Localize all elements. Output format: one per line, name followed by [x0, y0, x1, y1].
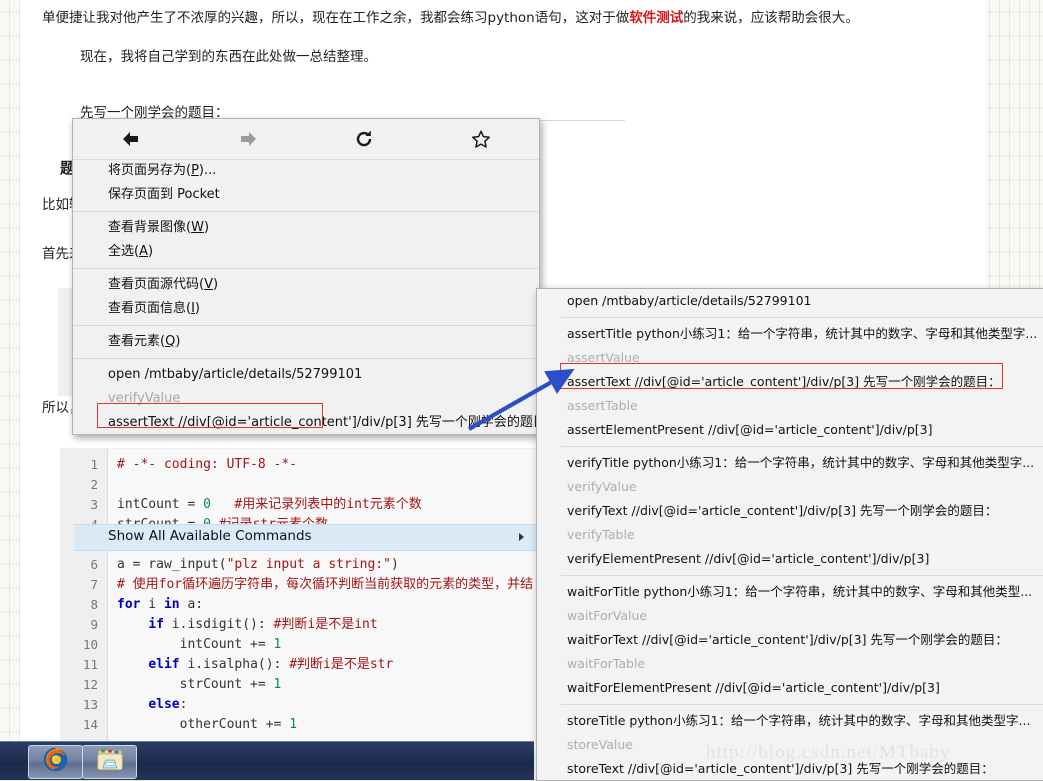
- context-menu-item[interactable]: 查看页面源代码(V): [73, 273, 539, 297]
- code-line-number: 1: [90, 457, 98, 472]
- paragraph-1-text-before: 单便捷让我对他产生了不浓厚的兴趣，所以，现在在工作之余，我都会练习python语…: [42, 10, 630, 26]
- submenu-item: verifyTable: [567, 527, 635, 542]
- submenu-item[interactable]: waitForTitle python小练习1：给一个字符串，统计其中的数字、字…: [561, 580, 1043, 604]
- folder-icon: [96, 748, 124, 777]
- submenu-item[interactable]: verifyText //div[@id='article_content']/…: [561, 499, 1043, 523]
- submenu-separator: [561, 446, 1043, 447]
- submenu-item[interactable]: storeTitle python小练习1：给一个字符串，统计其中的数字、字母和…: [561, 709, 1043, 733]
- back-button[interactable]: [73, 119, 190, 159]
- code-line-number: 13: [82, 697, 98, 712]
- submenu-item[interactable]: open /mtbaby/article/details/52799101: [561, 289, 1043, 313]
- submenu-item: waitForTable: [567, 656, 646, 671]
- submenu-item[interactable]: waitForElementPresent //div[@id='article…: [561, 676, 1043, 700]
- firefox-icon: [42, 746, 69, 778]
- code-line-source: # -*- coding: UTF-8 -*-: [117, 457, 298, 472]
- firefox-context-menu[interactable]: 将页面另存为(P)... 保存页面到 Pocket 查看背景图像(W) 全选(A) 查看…: [72, 118, 540, 551]
- submenu-item: verifyValue: [567, 479, 637, 494]
- context-menu-item[interactable]: assertText //div[@id='article_content']/…: [73, 411, 539, 435]
- blog-watermark: http://blog.csdn.net/MTbaby: [706, 742, 951, 763]
- submenu-separator: [561, 704, 1043, 705]
- context-menu-separator: [73, 358, 539, 359]
- submenu-separator: [561, 575, 1043, 576]
- context-menu-item[interactable]: 将页面另存为(P)...: [73, 159, 539, 183]
- code-line-number: 9: [90, 617, 98, 632]
- context-menu-separator: [73, 325, 539, 326]
- code-line-source: if i.isdigit(): #判断i是不是int: [148, 617, 378, 632]
- context-menu-item[interactable]: 保存页面到 Pocket: [73, 183, 539, 207]
- code-line-number: 8: [90, 597, 98, 612]
- context-menu-toolbar: [73, 119, 539, 160]
- code-line-source: else:: [148, 697, 188, 712]
- menu-item-show-all-available-commands[interactable]: Show All Available Commands: [74, 524, 538, 551]
- code-line-number: 12: [82, 677, 98, 692]
- code-line-number: 11: [82, 657, 98, 672]
- submenu-item[interactable]: assertText //div[@id='article_content']/…: [561, 370, 1043, 394]
- windows-taskbar[interactable]: [0, 741, 534, 780]
- code-line-number: 3: [90, 497, 98, 512]
- code-line-source: intCount += 1: [117, 637, 282, 652]
- code-line-source: a = raw_input("plz input a string:"): [117, 557, 399, 572]
- explorer-taskbar-button[interactable]: [82, 745, 137, 779]
- forward-button[interactable]: [190, 119, 307, 159]
- submenu-chevron-right-icon: [519, 533, 524, 541]
- context-menu-separator: [73, 268, 539, 269]
- back-arrow-icon: [121, 130, 141, 148]
- code-line-source: otherCount += 1: [117, 717, 298, 732]
- code-line-number: 10: [82, 637, 98, 652]
- context-menu-item[interactable]: 全选(A): [73, 240, 539, 264]
- context-menu-item[interactable]: 查看背景图像(W): [73, 216, 539, 240]
- submenu-item[interactable]: verifyTitle python小练习1：给一个字符串，统计其中的数字、字母…: [561, 451, 1043, 475]
- code-line-source: strCount += 1: [117, 677, 282, 692]
- submenu-items[interactable]: open /mtbaby/article/details/52799101 ass…: [561, 289, 1043, 780]
- paragraph-1-text-after: 的我来说，应该帮助会很大。: [683, 10, 859, 26]
- code-line-source: # 使用for循环遍历字符串，每次循环判断当前获取的元素的类型，并结: [117, 577, 534, 592]
- bookmark-button[interactable]: [423, 119, 540, 159]
- submenu-separator: [561, 317, 1043, 318]
- context-menu-item[interactable]: 查看元素(Q): [73, 330, 539, 354]
- code-line-number: 6: [90, 557, 98, 572]
- code-line-number: 14: [82, 717, 98, 732]
- submenu-item[interactable]: waitForText //div[@id='article_content']…: [561, 628, 1043, 652]
- context-menu-items[interactable]: 将页面另存为(P)... 保存页面到 Pocket 查看背景图像(W) 全选(A) 查看…: [73, 159, 539, 435]
- context-menu-item[interactable]: open /mtbaby/article/details/52799101: [73, 363, 539, 387]
- context-menu-item[interactable]: 查看页面信息(I): [73, 297, 539, 321]
- show-all-commands-label: Show All Available Commands: [108, 528, 312, 544]
- submenu-item: assertValue: [567, 350, 640, 365]
- available-commands-submenu[interactable]: open /mtbaby/article/details/52799101 ass…: [536, 288, 1043, 781]
- submenu-item: assertTable: [567, 398, 638, 413]
- firefox-taskbar-button[interactable]: [28, 745, 83, 779]
- article-paragraph-2: 现在，我将自己学到的东西在此处做一总结整理。: [80, 49, 377, 65]
- reload-button[interactable]: [306, 119, 423, 159]
- article-paragraph-1: 单便捷让我对他产生了不浓厚的兴趣，所以，现在在工作之余，我都会练习python语…: [42, 8, 859, 28]
- context-menu-separator: [73, 211, 539, 212]
- code-line-number: 2: [90, 477, 98, 492]
- code-line-source: intCount = 0 #用来记录列表中的int元素个数: [117, 497, 422, 512]
- submenu-item[interactable]: verifyElementPresent //div[@id='article_…: [561, 547, 1043, 571]
- submenu-item: waitForValue: [567, 608, 648, 623]
- forward-arrow-icon: [238, 130, 258, 148]
- star-icon: [471, 130, 491, 149]
- code-line-source: for i in a:: [117, 597, 204, 612]
- paragraph-1-highlight: 软件测试: [629, 10, 684, 26]
- submenu-left-strip: [537, 289, 561, 780]
- submenu-item[interactable]: assertTitle python小练习1：给一个字符串，统计其中的数字、字母…: [561, 322, 1043, 346]
- code-line-source: elif i.isalpha(): #判断i是不是str: [148, 657, 394, 672]
- context-menu-item: verifyValue: [108, 391, 181, 406]
- reload-icon: [354, 129, 374, 149]
- code-line-number: 7: [90, 577, 98, 592]
- submenu-item[interactable]: assertElementPresent //div[@id='article_…: [561, 418, 1043, 442]
